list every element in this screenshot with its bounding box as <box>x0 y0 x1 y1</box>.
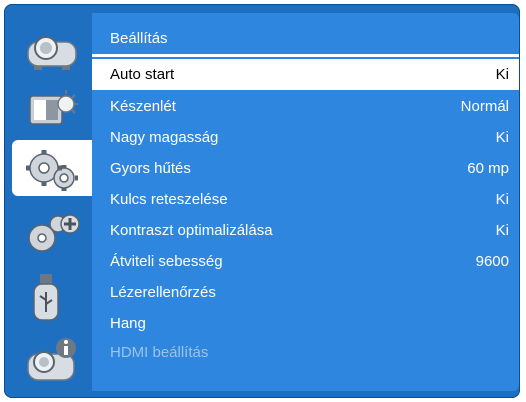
menu-row-high-altitude[interactable]: Nagy magasság Ki <box>92 122 519 153</box>
menu-row-key-lock[interactable]: Kulcs reteszelése Ki <box>92 184 519 215</box>
menu-row-sound[interactable]: Hang <box>92 308 519 339</box>
menu-row-fast-cooling[interactable]: Gyors hűtés 60 mp <box>92 153 519 184</box>
menu-row-baud-rate[interactable]: Átviteli sebesség 9600 <box>92 246 519 277</box>
sidebar-item-usb[interactable] <box>14 266 86 322</box>
menu-row-value: Ki <box>495 129 509 146</box>
menu-row-label: Kulcs reteszelése <box>110 191 228 208</box>
menu-row-label: HDMI beállítás <box>110 344 209 361</box>
menu-row-label: Átviteli sebesség <box>110 253 223 270</box>
settings-panel: Beállítás Auto start Ki Készenlét Normál… <box>92 13 519 391</box>
sidebar-item-settings[interactable] <box>12 140 100 196</box>
title-divider <box>92 54 519 57</box>
sidebar-item-picture[interactable] <box>14 22 86 78</box>
menu-row-value: Ki <box>495 191 509 208</box>
menu-row-value: Ki <box>495 222 509 239</box>
menu-row-value: 9600 <box>475 253 509 270</box>
menu-row-value: Normál <box>460 98 509 115</box>
sidebar-item-expanded-settings[interactable] <box>14 206 86 262</box>
menu-row-laser-check[interactable]: Lézerellenőrzés <box>92 277 519 308</box>
menu-row-standby[interactable]: Készenlét Normál <box>92 91 519 122</box>
menu-row-label: Készenlét <box>110 98 176 115</box>
menu-row-label: Lézerellenőrzés <box>110 284 216 301</box>
usb-drive-icon <box>33 274 59 321</box>
menu-row-label: Nagy magasság <box>110 129 219 146</box>
menu-row-label: Gyors hűtés <box>110 160 191 177</box>
panel-title: Beállítás <box>110 30 168 47</box>
display-brightness-icon <box>29 90 78 125</box>
menu-row-value: Ki <box>495 66 509 83</box>
sidebar <box>8 8 100 394</box>
sidebar-item-information[interactable] <box>14 330 86 386</box>
menu-row-label: Auto start <box>110 66 175 83</box>
menu-row-label: Kontraszt optimalizálása <box>110 222 273 239</box>
menu-row-auto-start[interactable]: Auto start Ki <box>92 59 519 90</box>
menu-row-hdmi-settings: HDMI beállítás <box>92 337 519 368</box>
gears-settings-icon <box>26 150 78 191</box>
sidebar-item-display[interactable] <box>14 82 86 138</box>
projector-icon <box>27 36 77 70</box>
gears-plus-icon <box>28 214 80 252</box>
menu-row-label: Hang <box>110 315 146 332</box>
menu-row-contrast-optimization[interactable]: Kontraszt optimalizálása Ki <box>92 215 519 246</box>
menu-row-value: 60 mp <box>467 160 509 177</box>
projector-info-icon <box>27 338 76 381</box>
